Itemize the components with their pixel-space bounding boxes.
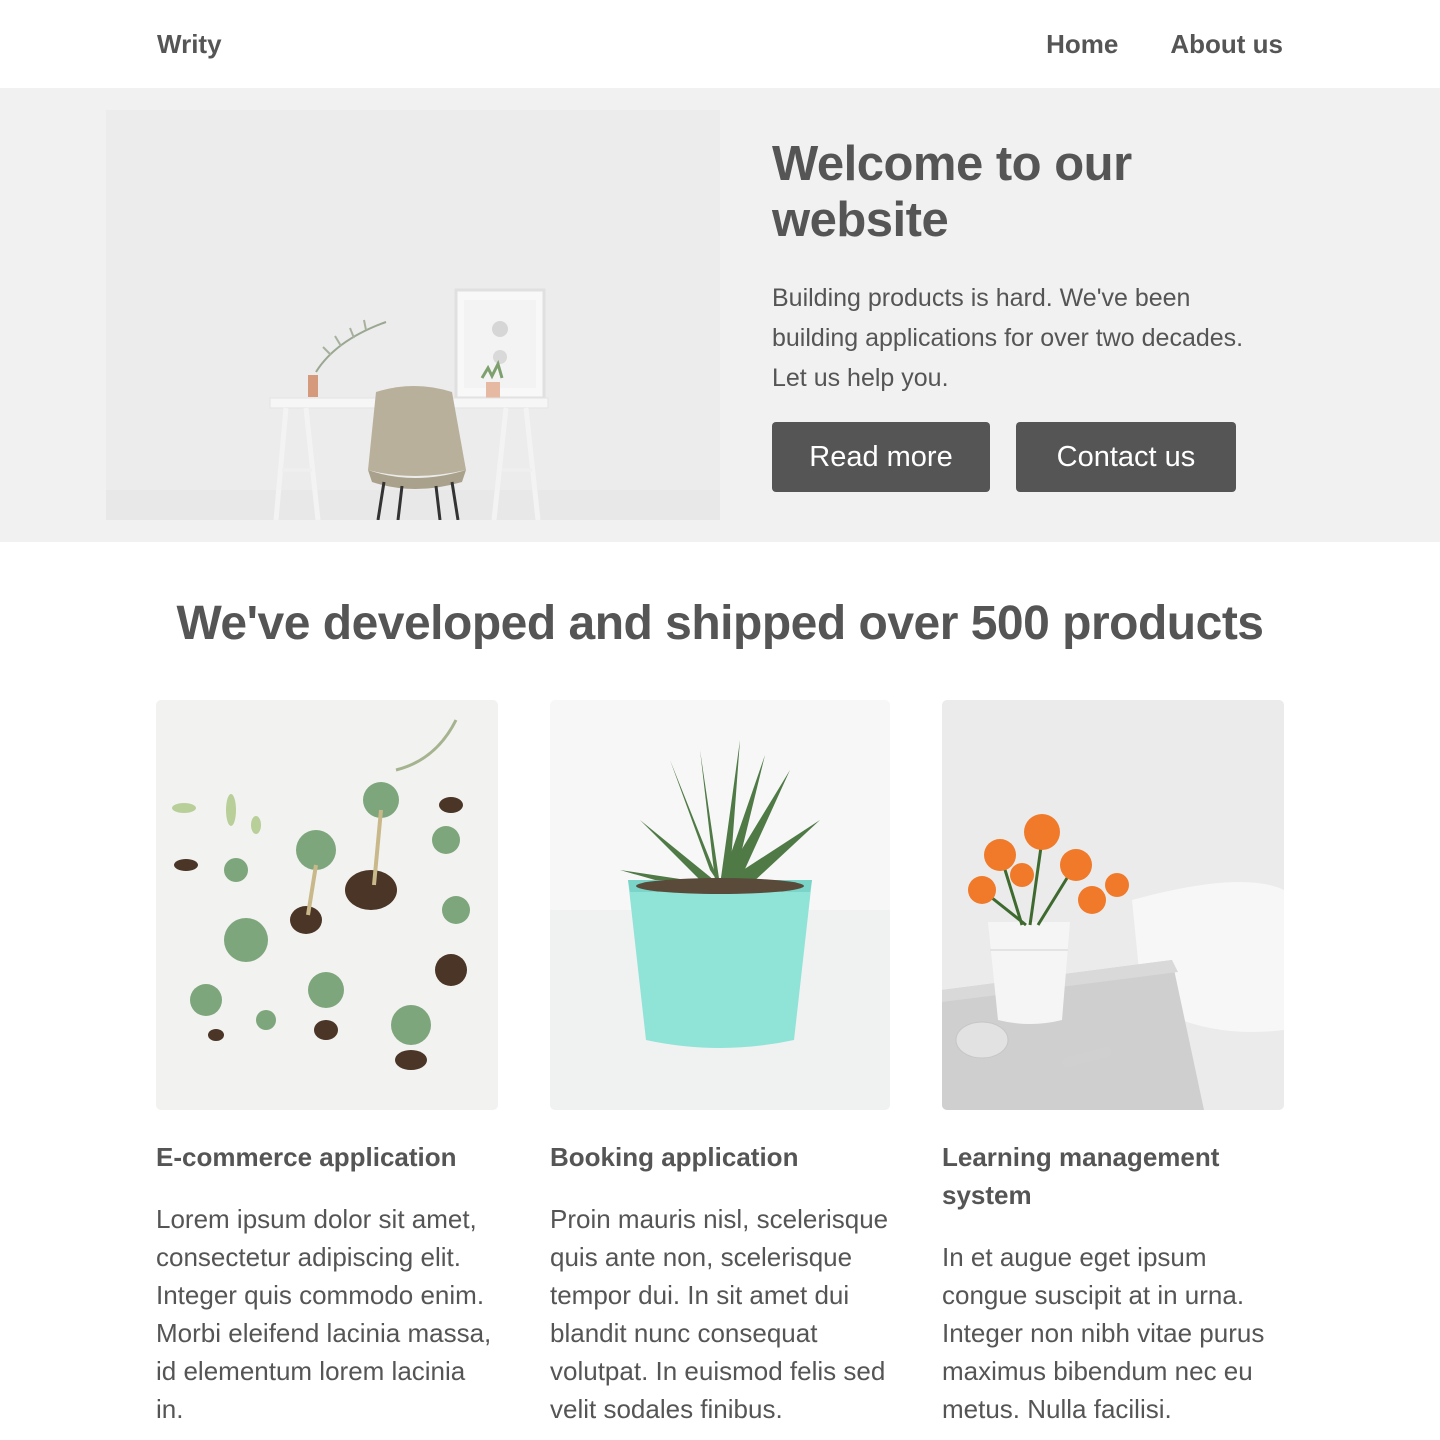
products-heading: We've developed and shipped over 500 pro… [176,597,1264,650]
hero-title: Welcome to our website [772,137,1132,247]
hero-section: Welcome to our website Building products… [0,88,1440,542]
desk-chair-illustration [106,110,720,520]
product-card-ecommerce: E-commerce application Lorem ipsum dolor… [156,700,498,1428]
nav-link-about[interactable]: About us [1170,29,1283,60]
card-image-flowers-vase [942,700,1284,1110]
card-text: Lorem ipsum dolor sit amet, consectetur … [156,1204,492,1424]
card-text: Proin mauris nisl, scelerisque quis ante… [550,1204,889,1424]
card-title: Learning management system [942,1142,1220,1210]
product-card-lms: Learning management system In et augue e… [942,700,1284,1428]
card-title: E-commerce application [156,1142,457,1172]
card-image-succulents [156,700,498,1110]
nav-links: Home About us [1046,29,1283,60]
brand-logo[interactable]: Writy [157,29,222,60]
nav-link-home[interactable]: Home [1046,29,1118,60]
hero-image-desk [106,110,720,520]
card-title: Booking application [550,1142,799,1172]
hero-button-row: Read more Contact us [772,422,1236,492]
hero-text-block: Welcome to our website Building products… [772,136,1272,398]
card-image-potted-aloe [550,700,890,1110]
product-card-booking: Booking application Proin mauris nisl, s… [550,700,890,1428]
contact-us-button[interactable]: Contact us [1016,422,1236,492]
card-text: In et augue eget ipsum congue suscipit a… [942,1242,1265,1424]
read-more-button[interactable]: Read more [772,422,990,492]
hero-description: Building products is hard. We've been bu… [772,284,1244,392]
top-nav: Writy Home About us [0,0,1440,88]
